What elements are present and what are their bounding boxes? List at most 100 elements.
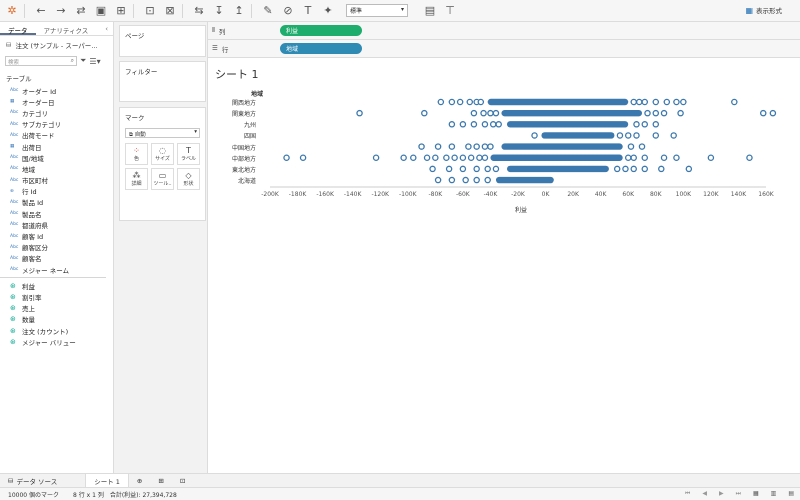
next-page-icon[interactable]: ▶ [719, 490, 724, 498]
redo-icon[interactable]: → [53, 3, 69, 19]
data-point [451, 154, 458, 162]
data-point [477, 98, 485, 106]
tooltip-label: ツール.. [153, 181, 172, 187]
new-story-icon[interactable]: ⊡ [172, 474, 193, 488]
data-point [437, 98, 445, 106]
pin-icon[interactable]: ✦ [320, 3, 336, 19]
dimension-field[interactable]: Abc 地域 [0, 163, 113, 174]
tab-data[interactable]: データ [0, 22, 36, 35]
columns-pill-profit[interactable]: 利益 [280, 25, 362, 36]
new-sheet-icon[interactable]: ⊡ [142, 3, 158, 19]
highlight-icon[interactable]: ✎ [260, 3, 276, 19]
add-datasource-icon[interactable]: ⊞ [113, 3, 129, 19]
data-point [663, 98, 671, 106]
data-point [492, 109, 500, 117]
dimension-field[interactable]: Abc 国/地域 [0, 152, 113, 163]
dimension-field[interactable]: Abc メジャー ネーム [0, 264, 113, 275]
show-me-button[interactable]: ▦ 表示形式 [745, 5, 782, 16]
data-point [652, 98, 660, 106]
dimension-field[interactable]: Abc カテゴリ [0, 107, 113, 118]
measure-field[interactable]: ⊛ 利益 [0, 280, 113, 291]
tableau-logo-icon[interactable]: ✲ [4, 3, 20, 19]
size-icon: ◌ [159, 146, 166, 155]
dimension-field[interactable]: Abc 市区町村 [0, 175, 113, 186]
number-type-icon: ⊛ [10, 337, 16, 346]
dimension-field[interactable]: Abc 製品 Id [0, 197, 113, 208]
field-label: 地域 [22, 165, 35, 174]
rows-shelf[interactable]: ☰ 行 地域 [208, 40, 800, 58]
measure-field[interactable]: ⊛ 数量 [0, 314, 113, 325]
tooltip-button[interactable]: ▭ ツール.. [151, 168, 174, 190]
tabs-icon[interactable]: ▤ [788, 490, 794, 498]
measure-field[interactable]: ⊛ 売上 [0, 303, 113, 314]
shape-button[interactable]: ◇ 形状 [177, 168, 200, 190]
data-point [372, 154, 380, 162]
data-point [622, 165, 629, 173]
data-point [673, 154, 680, 162]
dimension-field[interactable]: Abc 顧客 Id [0, 230, 113, 241]
last-page-icon[interactable]: ⏭ [736, 490, 741, 498]
dimension-field[interactable]: ▦ 出荷日 [0, 141, 113, 152]
search-input[interactable]: 検索 ⌕ [5, 56, 77, 66]
columns-shelf[interactable]: ⦀ 列 利益 [208, 22, 800, 40]
size-button[interactable]: ◌ サイズ [151, 143, 174, 165]
measure-field[interactable]: ⊛ 注文 (カウント) [0, 325, 113, 336]
view-options-icon[interactable]: ☰▾ [89, 57, 100, 66]
dimension-field[interactable]: Abc 顧客区分 [0, 242, 113, 253]
label-icon[interactable]: T [300, 3, 316, 19]
dimension-field[interactable]: Abc 製品名 [0, 208, 113, 219]
rows-pill-region[interactable]: 地域 [280, 43, 362, 54]
undo-icon[interactable]: ← [33, 3, 49, 19]
chevron-down-icon: ▾ [194, 129, 197, 135]
group-icon[interactable]: ⊘ [280, 3, 296, 19]
data-point [641, 121, 649, 128]
show-me-icon: ▦ [745, 5, 753, 15]
collapse-icon[interactable]: ‹ [100, 22, 113, 35]
datasource-item[interactable]: ⛁ 注文 (サンプル - スーパー… [0, 36, 113, 54]
presentation-icon[interactable]: ⊤ [442, 3, 458, 19]
sheet-sorter-icon[interactable]: ▦ [753, 490, 759, 498]
tab-sheet-1[interactable]: シート 1 [85, 473, 129, 488]
date-type-icon: ▦ [10, 144, 15, 150]
sort-asc-icon[interactable]: ↧ [211, 3, 227, 19]
field-label: 出荷日 [22, 143, 42, 152]
tab-datasource[interactable]: ⛁ データ ソース [0, 474, 65, 488]
measure-field[interactable]: ⊛ 割引率 [0, 291, 113, 302]
replay-icon[interactable]: ⇄ [73, 3, 89, 19]
data-point [685, 165, 693, 173]
field-label: 顧客区分 [22, 244, 48, 253]
fit-select[interactable]: 標準 ▾ [346, 4, 408, 17]
data-point [434, 143, 442, 150]
data-point [616, 132, 624, 139]
color-button[interactable]: ⁘ 色 [125, 143, 148, 165]
pages-card[interactable]: ページ [119, 25, 206, 57]
dimension-field[interactable]: Abc オーダー Id [0, 85, 113, 96]
sort-desc-icon[interactable]: ↥ [231, 3, 247, 19]
filmstrip-icon[interactable]: ▥ [771, 490, 777, 498]
dimension-field[interactable]: ⊛ 行 Id [0, 186, 113, 197]
dimension-field[interactable]: Abc 出荷モード [0, 130, 113, 141]
dimension-field[interactable]: ▦ オーダー日 [0, 96, 113, 107]
mark-type-select[interactable]: ⧉ 自動 ▾ [125, 128, 200, 138]
prev-page-icon[interactable]: ◀ [702, 490, 707, 498]
tab-analytics[interactable]: アナリティクス [36, 22, 97, 35]
first-page-icon[interactable]: ⏮ [685, 490, 690, 498]
data-point [429, 165, 436, 173]
clear-sheet-icon[interactable]: ⊠ [162, 3, 178, 19]
x-tick-label: -120K [371, 191, 389, 198]
scatter-plot[interactable] [208, 61, 800, 191]
detail-button[interactable]: ⁂ 詳細 [125, 168, 148, 190]
dimension-field[interactable]: Abc サブカテゴリ [0, 119, 113, 130]
swap-icon[interactable]: ⇆ [191, 3, 207, 19]
data-point [638, 143, 646, 150]
dimension-field[interactable]: Abc 都道府県 [0, 219, 113, 230]
dimension-field[interactable]: Abc 顧客名 [0, 253, 113, 264]
new-dashboard-icon[interactable]: ⊞ [150, 474, 171, 488]
new-worksheet-icon[interactable]: ⊕ [129, 474, 150, 488]
filters-card[interactable]: フィルター [119, 61, 206, 102]
filter-icon[interactable]: ⏷ [80, 56, 86, 66]
card-toggle-icon[interactable]: ▤ [422, 3, 438, 19]
save-icon[interactable]: ▣ [93, 3, 109, 19]
measure-field[interactable]: ⊛ メジャー バリュー [0, 336, 113, 347]
label-button[interactable]: T ラベル [177, 143, 200, 165]
